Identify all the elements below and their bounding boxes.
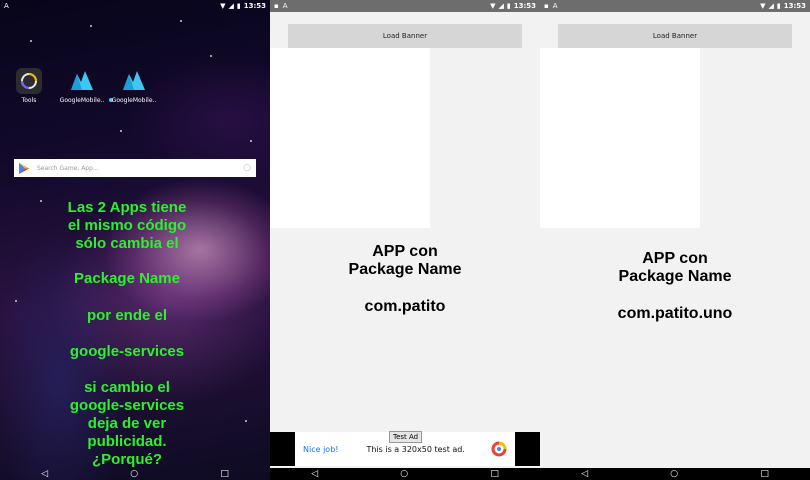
recents-button[interactable]: □ [490, 468, 499, 480]
admob-logo-icon [491, 441, 507, 457]
message-line: Las 2 Apps tiene [67, 199, 187, 216]
search-input[interactable]: Search Game, App... [37, 165, 235, 172]
search-bar[interactable]: Search Game, App... ○ [14, 159, 256, 177]
info-line: Package Name [618, 268, 732, 285]
status-bar: ▪ A ▼ ◢ ▮ 13:53 [540, 0, 810, 12]
app-googlemobile-1[interactable]: GoogleMobile.. [56, 68, 108, 104]
a-indicator: A [4, 2, 9, 10]
ad-banner[interactable]: Nice job! This is a 320x50 test ad. Test… [270, 431, 540, 466]
message-line: google-services [69, 397, 185, 414]
a-indicator: A [282, 2, 288, 10]
info-line: APP con [642, 250, 708, 267]
nav-bar: ◁ ○ □ [540, 468, 810, 480]
wifi-icon: ▼ [220, 2, 226, 10]
ad-text: This is a 320x50 test ad. [366, 444, 465, 454]
banner-placeholder [540, 48, 700, 228]
battery-icon: ▮ [236, 2, 241, 10]
home-button[interactable]: ○ [400, 468, 408, 480]
screenshot-stage: A ▼ ◢ ▮ 13:53 Tools GoogleMobile.. Googl… [0, 0, 810, 480]
app-screen-patito: ▪ A ▼ ◢ ▮ 13:53 Load Banner APP con Pack… [270, 0, 540, 480]
message-line: ¿Porqué? [92, 451, 162, 468]
battery-icon: ▮ [776, 2, 781, 10]
app-screen-patito-uno: ▪ A ▼ ◢ ▮ 13:53 Load Banner APP con Pack… [540, 0, 810, 480]
load-banner-button[interactable]: Load Banner [288, 24, 522, 48]
back-button[interactable]: ◁ [41, 468, 48, 480]
clock: 13:53 [243, 2, 266, 10]
info-line: APP con [372, 243, 438, 260]
googlemobile-icon [69, 68, 95, 94]
star [250, 140, 252, 142]
clock: 13:53 [513, 2, 536, 10]
wifi-icon: ▼ [490, 2, 496, 10]
package-name: com.patito.uno [617, 305, 733, 322]
star [90, 25, 92, 27]
app-label: GoogleMobile.. [59, 97, 105, 104]
image-notification-icon: ▪ [544, 2, 549, 10]
message-line: el mismo código [67, 217, 187, 234]
package-name: com.patito [364, 298, 446, 315]
launcher-screen: A ▼ ◢ ▮ 13:53 Tools GoogleMobile.. Googl… [0, 0, 270, 480]
message-line: sólo cambia el [75, 235, 179, 252]
nav-bar: ◁ ○ □ [0, 468, 270, 480]
message-line: deja de ver [87, 415, 167, 432]
message-line: si cambio el [84, 379, 170, 396]
recents-button[interactable]: □ [760, 468, 769, 480]
play-store-icon [19, 159, 29, 178]
image-notification-icon: ▪ [274, 2, 279, 10]
status-bar: ▪ A ▼ ◢ ▮ 13:53 [270, 0, 540, 12]
star [120, 130, 122, 132]
load-banner-button[interactable]: Load Banner [558, 24, 792, 48]
recents-button[interactable]: □ [220, 468, 229, 480]
signal-icon: ◢ [498, 2, 504, 10]
clock: 13:53 [783, 2, 806, 10]
signal-icon: ◢ [228, 2, 234, 10]
search-icon[interactable]: ○ [243, 163, 251, 173]
info-line: Package Name [348, 261, 462, 278]
a-indicator: A [552, 2, 558, 10]
battery-icon: ▮ [506, 2, 511, 10]
status-bar: A ▼ ◢ ▮ 13:53 [0, 0, 270, 12]
wifi-icon: ▼ [760, 2, 766, 10]
message-line: publicidad. [87, 433, 167, 450]
signal-icon: ◢ [768, 2, 774, 10]
back-button[interactable]: ◁ [311, 468, 318, 480]
nav-bar: ◁ ○ □ [270, 468, 540, 480]
star [15, 300, 17, 302]
back-button[interactable]: ◁ [581, 468, 588, 480]
ad-nice-text: Nice job! [303, 444, 339, 454]
banner-placeholder [270, 48, 430, 228]
message-line: google-services [69, 343, 185, 360]
message-line: por ende el [86, 307, 168, 324]
test-ad-label: Test Ad [389, 431, 423, 443]
star [30, 40, 32, 42]
app-label: GoogleMobile.. [111, 97, 157, 104]
app-googlemobile-2[interactable]: GoogleMobile.. [108, 68, 160, 104]
home-button[interactable]: ○ [130, 468, 138, 480]
tools-icon [16, 68, 42, 94]
app-tools[interactable]: Tools [3, 68, 55, 104]
message-line: Package Name [74, 270, 180, 287]
home-button[interactable]: ○ [670, 468, 678, 480]
star [210, 55, 212, 57]
app-label: Tools [21, 97, 37, 104]
star [180, 20, 182, 22]
googlemobile-icon [121, 68, 147, 94]
